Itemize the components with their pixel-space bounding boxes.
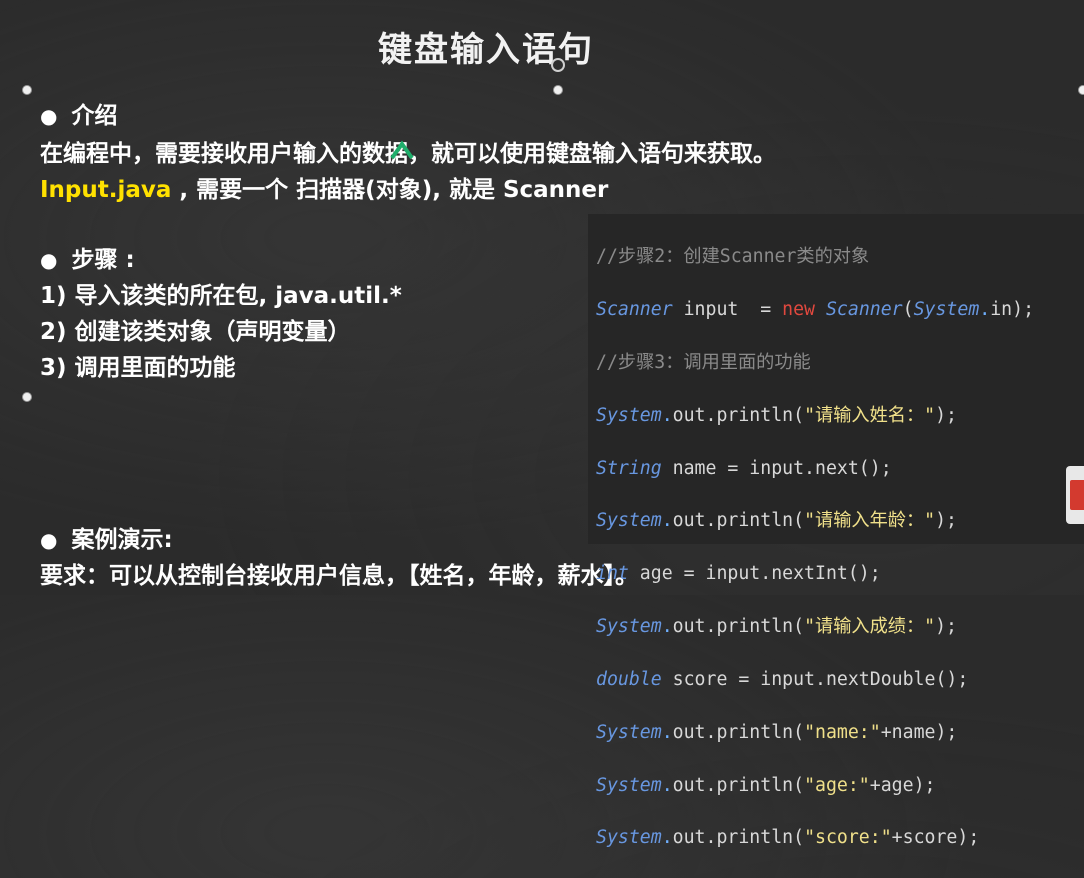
code-dot: . [661,616,673,638]
code-comment: //步骤2：创建Scanner类的对象 [596,246,870,268]
code-identifier: +name); [880,721,958,743]
code-string: "请输入年龄：" [804,510,936,532]
app-icon [1070,480,1084,510]
step-item: 3) 调用里面的功能 [40,355,236,381]
side-toolbar-tab[interactable] [1066,466,1084,524]
input-description: , 需要一个 扫描器(对象), 就是 Scanner [171,177,609,203]
code-type: double [596,668,662,690]
steps-heading: ● 步骤 : [40,240,135,274]
code-type: String [596,457,662,479]
code-identifier: age = input.nextInt(); [628,563,881,585]
code-type: Scanner [596,299,673,321]
step-item: 2) 创建该类对象（声明变量） [40,319,351,345]
code-type: System [596,404,662,426]
code-identifier: +score); [891,827,980,849]
code-comment: //步骤3：调用里面的功能 [596,352,811,374]
code-line-declaration: String name = input.next(); [596,456,1084,482]
code-type: int [596,563,629,585]
code-paren: ( [902,299,914,321]
intro-heading: ● 介绍 [40,96,117,130]
code-type: System [596,774,662,796]
selection-handle-top-center[interactable] [553,85,563,95]
case-text: 要求：可以从控制台接收用户信息，【姓名，年龄，薪水】。 [40,563,638,589]
code-identifier: out.println( [672,774,805,796]
code-identifier: in); [990,299,1035,321]
code-identifier: out.println( [672,616,805,638]
code-type: Scanner [825,299,903,321]
code-identifier: input = [672,299,783,321]
bullet-icon: ● [40,248,58,272]
code-string: "score:" [804,827,892,849]
cursor-caret-icon [390,140,414,160]
code-dot: . [661,404,673,426]
case-heading: ● 案例演示: [40,520,173,554]
steps-heading-label: 步骤 : [71,247,135,273]
code-panel: //步骤2：创建Scanner类的对象 Scanner input = new … [588,214,1084,848]
input-line: Input.java , 需要一个 扫描器(对象), 就是 Scanner [40,170,608,204]
code-string: "请输入姓名：" [804,404,936,426]
case-heading-label: 案例演示: [71,527,173,553]
code-line-declaration: double score = input.nextDouble(); [596,667,1084,693]
code-type: System [596,616,662,638]
code-line-println: System.out.println("请输入成绩："); [596,614,1084,640]
selection-handle-top-right[interactable] [1078,85,1084,95]
code-dot: . [661,721,673,743]
rotate-handle[interactable] [551,58,565,72]
code-line-create-scanner: Scanner input = new Scanner(System.in); [596,297,1084,323]
code-string: "请输入成绩：" [804,616,936,638]
input-file-name: Input.java [40,177,172,203]
code-line-println: System.out.println("请输入年龄："); [596,508,1084,534]
code-dot: . [661,510,673,532]
bullet-icon: ● [40,528,58,552]
code-type: System [596,827,662,849]
intro-heading-label: 介绍 [71,103,118,129]
code-line-println: System.out.println("name:"+name); [596,720,1084,746]
code-identifier: ); [935,404,957,426]
code-identifier: score = input.nextDouble(); [661,668,969,690]
code-keyword: new [782,299,816,321]
code-dot: . [979,299,991,321]
code-line-println: System.out.println("请输入姓名："); [596,403,1084,429]
code-identifier: name = input.next(); [661,457,892,479]
code-identifier: out.println( [672,827,805,849]
selection-handle-top-left[interactable] [22,85,32,95]
code-dot: . [661,827,673,849]
code-line-println: System.out.println("score:"+score); [596,825,1084,851]
code-identifier: +age); [869,774,936,796]
bullet-icon: ● [40,104,58,128]
selection-handle-middle-left[interactable] [22,392,32,402]
code-type: System [913,299,980,321]
code-type: System [596,510,662,532]
code-string: "age:" [804,774,870,796]
code-line-println: System.out.println("age:"+age); [596,773,1084,799]
code-identifier: ); [935,510,957,532]
code-identifier: out.println( [672,404,805,426]
code-type: System [596,721,662,743]
code-identifier: ); [935,616,957,638]
code-identifier: out.println( [672,510,805,532]
code-identifier: out.println( [672,721,805,743]
step-item: 1) 导入该类的所在包, java.util.* [40,283,402,309]
code-line-declaration: int age = input.nextInt(); [596,561,1084,587]
code-dot: . [661,774,673,796]
code-string: "name:" [804,721,881,743]
